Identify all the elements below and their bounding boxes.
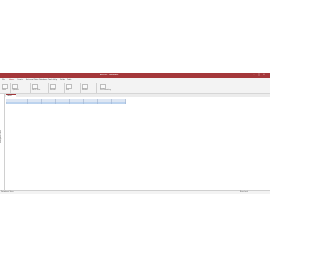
- document-tab[interactable]: Table1: [6, 94, 16, 97]
- window-title: Access - Database: [100, 74, 119, 76]
- group-label-window: Window: [82, 90, 88, 91]
- close-button[interactable]: ✕: [262, 74, 266, 77]
- table-cell[interactable]: [112, 101, 126, 104]
- ribbon-separator: [80, 83, 81, 93]
- find-button[interactable]: [66, 84, 72, 89]
- table-cell[interactable]: [98, 101, 112, 104]
- group-label-sort-filter: Sort & Filter: [32, 90, 41, 91]
- ribbon-separator: [30, 83, 31, 93]
- filter-button[interactable]: [32, 84, 38, 89]
- ribbon: [0, 82, 270, 94]
- navigation-pane-label: Navigation Pane: [0, 130, 2, 143]
- group-label-views: Views: [2, 90, 7, 91]
- refresh-button[interactable]: [50, 84, 56, 89]
- group-label-clipboard: Clipboard: [12, 90, 19, 91]
- group-label-records: Records: [50, 90, 56, 91]
- group-label-text-formatting: Text Formatting: [100, 90, 111, 91]
- group-label-find: Find: [66, 90, 69, 91]
- size-to-fit-button[interactable]: [82, 84, 88, 89]
- minimize-button[interactable]: –: [252, 74, 256, 77]
- ribbon-separator: [64, 83, 65, 93]
- status-indicator: Num Lock: [240, 191, 248, 193]
- status-text: Datasheet View: [1, 191, 14, 193]
- maximize-button[interactable]: □: [257, 74, 261, 77]
- table-cell[interactable]: [28, 101, 42, 104]
- font-button[interactable]: [100, 84, 106, 89]
- ribbon-separator: [10, 83, 11, 93]
- ribbon-separator: [96, 83, 97, 93]
- status-bar: [0, 190, 270, 194]
- view-button[interactable]: [2, 84, 8, 89]
- ribbon-separator: [48, 83, 49, 93]
- table-cell[interactable]: 1: [6, 101, 28, 104]
- paste-button[interactable]: [12, 84, 18, 89]
- table-cell[interactable]: [84, 101, 98, 104]
- new-record-marker[interactable]: *: [6, 104, 8, 106]
- table-cell[interactable]: [70, 101, 84, 104]
- table-cell[interactable]: [42, 101, 56, 104]
- document-tab-bar: [5, 94, 270, 97]
- table-cell[interactable]: [56, 101, 70, 104]
